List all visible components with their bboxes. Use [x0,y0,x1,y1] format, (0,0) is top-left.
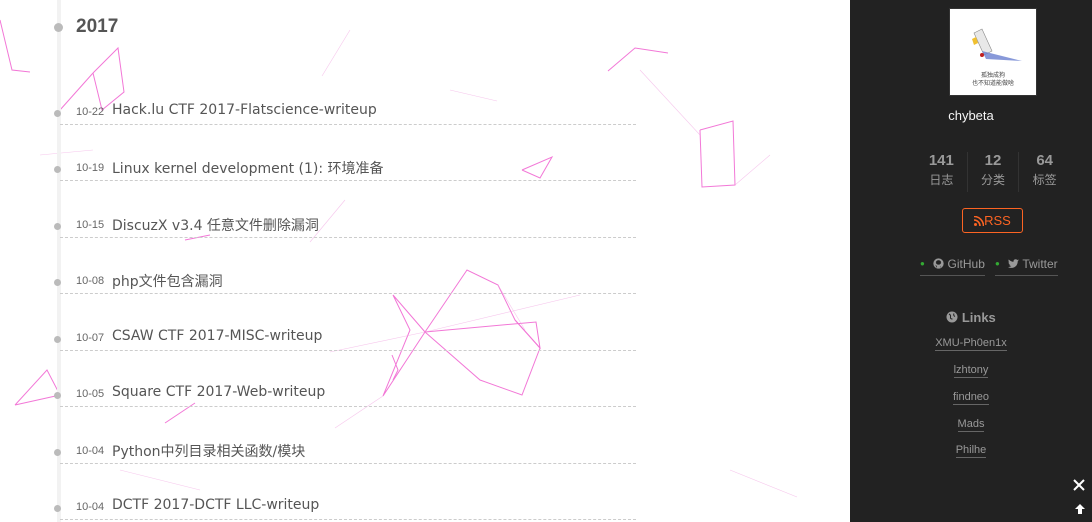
globe-icon [946,311,958,323]
post-title-link[interactable]: CSAW CTF 2017-MISC-writeup [112,328,322,344]
stat-posts[interactable]: 141 日志 [916,152,967,192]
avatar-caption: 孤独成狗 也不知道能做啥 [952,72,1034,88]
post-item[interactable]: 10-07 CSAW CTF 2017-MISC-writeup [54,328,636,351]
friend-link-label[interactable]: XMU-Ph0en1x [935,337,1007,351]
stat-label: 日志 [929,173,954,187]
post-dot [54,166,61,173]
friend-link[interactable]: lzhtony [850,364,1092,378]
post-dot [54,110,61,117]
post-date: 10-15 [76,219,105,231]
social-label: Twitter [1022,257,1058,271]
links-title-label: Links [961,310,996,325]
social-label: GitHub [947,257,985,271]
friend-link[interactable]: Philhe [850,444,1092,458]
post-dot [54,392,61,399]
stat-label: 标签 [1032,173,1057,187]
site-stats: 141 日志 12 分类 64 标签 [916,152,1070,192]
friend-link[interactable]: Mads [850,418,1092,432]
post-date: 10-04 [76,501,105,513]
post-dot [54,336,61,343]
avatar-frame: 孤独成狗 也不知道能做啥 [949,8,1037,96]
post-title-link[interactable]: Square CTF 2017-Web-writeup [112,384,325,400]
archive-year-title: 2017 [76,16,119,37]
friend-link[interactable]: XMU-Ph0en1x [850,337,1092,351]
avatar-caption-line: 孤独成狗 [980,72,1005,79]
github-icon [933,258,944,269]
twitter-icon [1008,259,1020,268]
post-dot [54,223,61,230]
sidebar: 孤独成狗 也不知道能做啥 chybeta 141 日志 12 分类 64 标签 … [850,0,1092,522]
rss-icon [974,215,985,227]
site-author-name: chybeta [948,108,994,123]
avatar-image-icon [972,28,1022,61]
links-title: Links [850,310,1092,325]
stat-label: 分类 [981,173,1006,187]
stat-tags[interactable]: 64 标签 [1018,152,1070,192]
social-link-github[interactable]: ● GitHub [920,257,985,276]
post-date: 10-19 [76,162,105,174]
post-dot [54,279,61,286]
post-title-link[interactable]: DCTF 2017-DCTF LLC-writeup [112,497,319,513]
post-date: 10-22 [76,106,105,118]
rss-button[interactable]: RSS [962,208,1023,233]
close-icon[interactable] [1072,478,1086,492]
post-item[interactable]: 10-15 DiscuzX v3.4 任意文件删除漏洞 [54,215,636,238]
post-dot [54,505,61,512]
post-title-link[interactable]: Linux kernel development (1): 环境准备 [112,158,384,178]
stat-count: 12 [984,152,1002,169]
friend-link-label[interactable]: Philhe [955,444,987,458]
rss-label: RSS [984,213,1011,228]
post-date: 10-07 [76,332,105,344]
post-item[interactable]: 10-22 Hack.lu CTF 2017-Flatscience-write… [54,102,636,125]
post-date: 10-05 [76,388,105,400]
stat-categories[interactable]: 12 分类 [966,152,1019,192]
post-item[interactable]: 10-05 Square CTF 2017-Web-writeup [54,384,636,407]
friend-link-label[interactable]: findneo [952,391,990,405]
stat-count: 141 [928,152,954,169]
post-date: 10-08 [76,275,105,287]
post-title-link[interactable]: DiscuzX v3.4 任意文件删除漏洞 [112,215,319,235]
friend-link-label[interactable]: lzhtony [953,364,989,378]
post-dot [54,449,61,456]
bullet-icon: ● [920,259,925,268]
post-title-link[interactable]: php文件包含漏洞 [112,271,223,291]
bullet-icon: ● [995,259,1000,268]
year-dot [54,23,63,32]
social-link-twitter[interactable]: ● Twitter [995,257,1058,276]
friend-link-label[interactable]: Mads [957,418,985,432]
back-to-top-icon[interactable] [1074,503,1086,515]
post-title-link[interactable]: Hack.lu CTF 2017-Flatscience-writeup [112,102,377,118]
avatar: 孤独成狗 也不知道能做啥 [952,11,1034,93]
post-title-link[interactable]: Python中列目录相关函数/模块 [112,441,305,461]
avatar-caption-line: 也不知道能做啥 [971,80,1014,87]
post-item[interactable]: 10-04 Python中列目录相关函数/模块 [54,441,636,464]
post-item[interactable]: 10-08 php文件包含漏洞 [54,271,636,294]
post-date: 10-04 [76,445,105,457]
stat-count: 64 [1036,152,1054,169]
post-item[interactable]: 10-04 DCTF 2017-DCTF LLC-writeup [54,497,636,520]
friend-link[interactable]: findneo [850,391,1092,405]
post-item[interactable]: 10-19 Linux kernel development (1): 环境准备 [54,158,636,181]
